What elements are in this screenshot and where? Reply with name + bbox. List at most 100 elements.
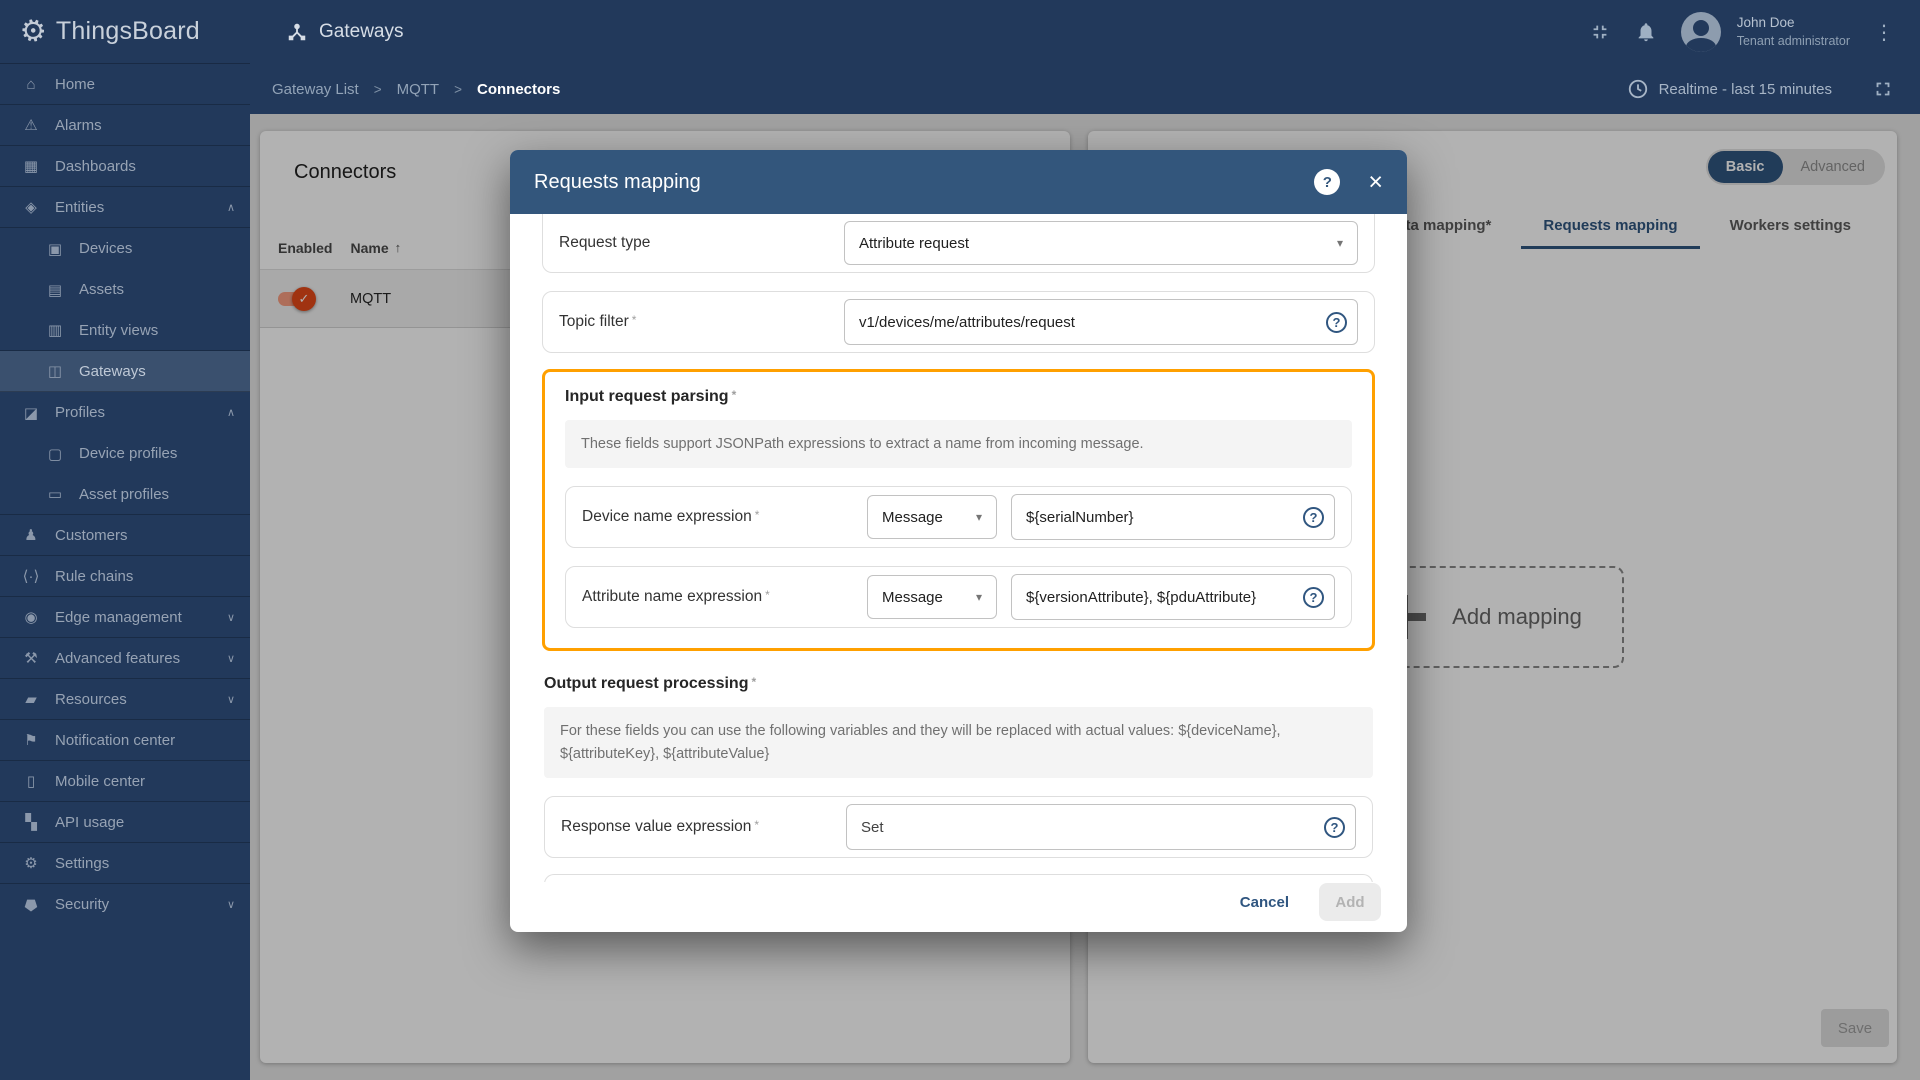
request-type-label: Request type <box>559 234 651 251</box>
dashboards-icon: ▦ <box>23 158 39 175</box>
sidebar-item-label: Mobile center <box>55 772 146 790</box>
topic-filter-help-icon[interactable]: ? <box>1326 311 1347 333</box>
notifications-bell-icon[interactable] <box>1635 21 1657 43</box>
dialog-help-icon[interactable]: ? <box>1314 169 1341 195</box>
security-icon: ⬟ <box>24 895 38 913</box>
attribute-name-expression-input[interactable]: ${versionAttribute}, ${pduAttribute} ? <box>1011 574 1335 621</box>
response-value-help-icon[interactable]: ? <box>1324 816 1345 838</box>
sidebar-item-resources[interactable]: ▰ Resources ∨ <box>0 679 250 720</box>
chevron-down-icon: ∨ <box>226 899 235 911</box>
alarms-icon: ⚠ <box>24 117 38 134</box>
topic-filter-label: Topic filter * <box>559 313 637 330</box>
page-title-group: Gateways <box>286 21 403 43</box>
avatar-body-shape <box>1685 38 1716 52</box>
sidebar-item-label: Assets <box>79 281 125 298</box>
clock-icon <box>1628 79 1647 99</box>
chevron-down-icon: ∨ <box>226 693 235 706</box>
user-info[interactable]: John Doe Tenant administrator <box>1737 14 1850 49</box>
device-hub-icon <box>288 23 306 41</box>
sidebar-item-asset-profiles[interactable]: ▭ Asset profiles <box>0 474 250 515</box>
dialog-body: Request type Attribute request ▾ Topic f… <box>510 214 1407 882</box>
sidebar-item-entity-views[interactable]: ▥ Entity views <box>0 310 250 351</box>
breadcrumb-separator: > <box>454 81 462 97</box>
attribute-name-expression-field: Attribute name expression * Message ▾ ${v… <box>565 566 1352 629</box>
sidebar-item-mobile-center[interactable]: ▯ Mobile center <box>0 761 250 802</box>
breadcrumb-mqtt[interactable]: MQTT <box>397 81 440 98</box>
response-value-expression-input[interactable]: Set ? <box>846 804 1356 851</box>
timewindow-label: Realtime - last 15 minutes <box>1658 80 1832 98</box>
gateways-icon: ◫ <box>47 363 63 380</box>
chevron-down-icon: ∨ <box>226 652 235 665</box>
breadcrumb-gateway-list[interactable]: Gateway List <box>272 81 359 98</box>
sidebar-item-alarms[interactable]: ⚠ Alarms <box>0 105 250 146</box>
breadcrumb: Gateway List > MQTT > Connectors <box>272 81 560 98</box>
thingsboard-logo[interactable]: ⚙ ThingsBoard <box>0 0 250 64</box>
sidebar-item-label: Alarms <box>55 116 102 134</box>
chevron-down-icon: ∨ <box>226 611 235 624</box>
fullscreen-exit-icon[interactable] <box>1589 21 1611 43</box>
timewindow-button[interactable]: Realtime - last 15 minutes <box>1627 78 1832 100</box>
sidebar-item-edge-management[interactable]: ◉ Edge management ∨ <box>0 597 250 638</box>
topic-filter-input[interactable]: v1/devices/me/attributes/request ? <box>844 299 1358 345</box>
sidebar-item-label: Resources <box>55 690 127 708</box>
user-role: Tenant administrator <box>1736 33 1850 48</box>
sidebar-item-api-usage[interactable]: ▚ API usage <box>0 802 250 843</box>
chevron-up-icon: ∧ <box>226 201 235 214</box>
timewindow-group: Realtime - last 15 minutes <box>1627 78 1894 100</box>
device-name-help-icon[interactable]: ? <box>1303 506 1324 528</box>
sidebar-item-device-profiles[interactable]: ▢ Device profiles <box>0 433 250 474</box>
sidebar-item-label: Entities <box>55 198 105 216</box>
home-icon: ⌂ <box>26 75 36 93</box>
user-avatar[interactable] <box>1680 12 1721 52</box>
cancel-button[interactable]: Cancel <box>1240 894 1289 911</box>
edge-management-icon: ◉ <box>24 609 38 626</box>
avatar-head-shape <box>1692 20 1709 36</box>
sidebar-item-rule-chains[interactable]: ⟨·⟩ Rule chains <box>0 556 250 597</box>
sidebar-item-security[interactable]: ⬟ Security ∨ <box>0 884 250 925</box>
device-name-source-select[interactable]: Message ▾ <box>867 495 997 540</box>
more-menu-icon[interactable]: ⋮ <box>1874 20 1894 45</box>
sidebar-item-dashboards[interactable]: ▦ Dashboards <box>0 146 250 187</box>
device-name-expression-input[interactable]: ${serialNumber} ? <box>1011 494 1335 541</box>
resources-icon: ▰ <box>25 691 37 708</box>
response-value-expression-field: Response value expression * Set ? <box>544 796 1373 859</box>
sidebar-item-advanced-features[interactable]: ⚒ Advanced features ∨ <box>0 638 250 679</box>
request-type-field: Request type Attribute request ▾ <box>542 214 1375 273</box>
assets-icon: ▤ <box>47 281 63 299</box>
sidebar-item-notification-center[interactable]: ⚑ Notification center <box>0 720 250 761</box>
app-root: ⚙ ThingsBoard ⌂ Home ⚠ Alarms ▦ Dashboards ◈ En… <box>0 0 1920 1080</box>
sidebar-item-label: Devices <box>79 240 133 257</box>
sidebar-item-label: Notification center <box>55 731 176 749</box>
output-request-processing-section: Output request processing * For these fie… <box>542 663 1375 882</box>
sidebar-item-settings[interactable]: ⚙ Settings <box>0 843 250 884</box>
attribute-name-expression-label: Attribute name expression * <box>582 588 770 606</box>
sidebar-item-label: Edge management <box>55 608 182 626</box>
sidebar-item-label: Profiles <box>55 404 106 421</box>
add-button[interactable]: Add <box>1319 883 1381 921</box>
sidebar-nav: ⌂ Home ⚠ Alarms ▦ Dashboards ◈ Entities ∧ ▣ Device… <box>0 64 250 925</box>
sidebar-item-assets[interactable]: ▤ Assets <box>0 269 250 310</box>
topic-filter-field: Topic filter * v1/devices/me/attributes/r… <box>542 291 1375 353</box>
topic-filter-value: v1/devices/me/attributes/request <box>859 313 1075 331</box>
dialog-footer: Cancel Add <box>510 882 1407 932</box>
settings-icon: ⚙ <box>24 855 38 872</box>
sidebar-item-customers[interactable]: ♟ Customers <box>0 515 250 556</box>
fullscreen-icon[interactable] <box>1872 78 1894 100</box>
devices-icon: ▣ <box>47 240 63 258</box>
attribute-name-help-icon[interactable]: ? <box>1303 586 1324 608</box>
output-request-processing-hint: For these fields you can use the followi… <box>544 707 1373 779</box>
sidebar-item-gateways[interactable]: ◫ Gateways <box>0 351 250 392</box>
sidebar-item-label: Entity views <box>79 321 159 339</box>
chevron-up-icon: ∧ <box>226 407 235 419</box>
sidebar-item-profiles[interactable]: ◪ Profiles ∧ <box>0 392 250 433</box>
request-type-select[interactable]: Attribute request ▾ <box>844 221 1358 265</box>
request-type-value: Attribute request <box>859 234 970 252</box>
breadcrumb-bar: Gateway List > MQTT > Connectors Realtime - … <box>250 64 1920 114</box>
sidebar-item-home[interactable]: ⌂ Home <box>0 64 250 105</box>
chevron-down-icon: ▾ <box>975 590 982 605</box>
sidebar-item-devices[interactable]: ▣ Devices <box>0 228 250 269</box>
sidebar-item-entities[interactable]: ◈ Entities ∧ <box>0 187 250 228</box>
dialog-close-icon[interactable]: × <box>1368 169 1383 195</box>
attribute-name-source-select[interactable]: Message ▾ <box>867 575 997 620</box>
device-profiles-icon: ▢ <box>47 445 63 463</box>
